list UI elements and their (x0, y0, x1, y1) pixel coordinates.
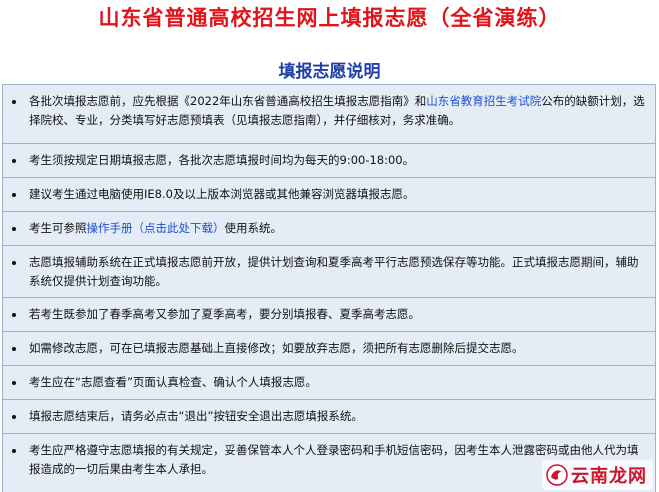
bullet-icon (12, 313, 16, 317)
notice-item-modify: 如需修改志愿，可在已填报志愿基础上直接修改；如要放弃志愿，须把所有志愿删除后提交… (2, 332, 656, 366)
dragon-logo-icon (546, 464, 568, 486)
page: 山东省普通高校招生网上填报志愿（全省演练） 填报志愿说明 各批次填报志愿前，应先… (0, 0, 659, 492)
notice-item-assist-system: 志愿填报辅助系统在正式填报志愿前开放，提供计划查询和夏季高考平行志愿预选保存等功… (2, 246, 656, 298)
notice-text: 志愿填报辅助系统在正式填报志愿前开放，提供计划查询和夏季高考平行志愿预选保存等功… (29, 255, 639, 288)
notice-item-guide: 各批次填报志愿前，应先根据《2022年山东省普通高校招生填报志愿指南》和山东省教… (2, 85, 656, 144)
bullet-icon (12, 347, 16, 351)
bullet-icon (12, 193, 16, 197)
watermark: 云南龙网 (542, 460, 653, 490)
notice-item-logout: 填报志愿结束后，请务必点击“退出”按钮安全退出志愿填报系统。 (2, 400, 656, 434)
bullet-icon (12, 261, 16, 265)
notice-text: 考生可参照 (29, 221, 87, 235)
page-title: 山东省普通高校招生网上填报志愿（全省演练） (98, 6, 561, 30)
notice-item-manual: 考生可参照操作手册（点击此处下载）使用系统。 (2, 212, 656, 246)
notice-text: 各批次填报志愿前，应先根据《2022年山东省普通高校招生填报志愿指南》和 (29, 94, 427, 108)
notice-text: 如需修改志愿，可在已填报志愿基础上直接修改；如要放弃志愿，须把所有志愿删除后提交… (29, 341, 524, 355)
manual-download-link[interactable]: 操作手册（点击此处下载） (87, 221, 225, 235)
bullet-icon (12, 100, 16, 104)
bullet-icon (12, 415, 16, 419)
notice-item-browser: 建议考生通过电脑使用IE8.0及以上版本浏览器或其他兼容浏览器填报志愿。 (2, 178, 656, 212)
notice-text: 若考生既参加了春季高考又参加了夏季高考，要分别填报春、夏季高考志愿。 (29, 307, 420, 321)
notice-text: 使用系统。 (224, 221, 283, 235)
watermark-text: 云南龙网 (571, 466, 647, 487)
notice-item-spring-summer: 若考生既参加了春季高考又参加了夏季高考，要分别填报春、夏季高考志愿。 (2, 298, 656, 332)
notice-list: 各批次填报志愿前，应先根据《2022年山东省普通高校招生填报志愿指南》和山东省教… (2, 84, 656, 492)
bullet-icon (12, 381, 16, 385)
notice-text: 考生应在“志愿查看”页面认真检查、确认个人填报志愿。 (29, 375, 317, 389)
notice-text: 考生须按规定日期填报志愿，各批次志愿填报时间均为每天的9:00-18:00。 (29, 153, 415, 167)
exam-institute-link[interactable]: 山东省教育招生考试院 (426, 94, 541, 108)
bullet-icon (12, 449, 16, 453)
notice-text: 建议考生通过电脑使用IE8.0及以上版本浏览器或其他兼容浏览器填报志愿。 (29, 187, 415, 201)
bullet-icon (12, 159, 16, 163)
notice-text: 填报志愿结束后，请务必点击“退出”按钮安全退出志愿填报系统。 (29, 409, 363, 423)
section-title: 填报志愿说明 (278, 62, 381, 82)
notice-item-review: 考生应在“志愿查看”页面认真检查、确认个人填报志愿。 (2, 366, 656, 400)
notice-item-schedule: 考生须按规定日期填报志愿，各批次志愿填报时间均为每天的9:00-18:00。 (2, 144, 656, 178)
bullet-icon (12, 227, 16, 231)
